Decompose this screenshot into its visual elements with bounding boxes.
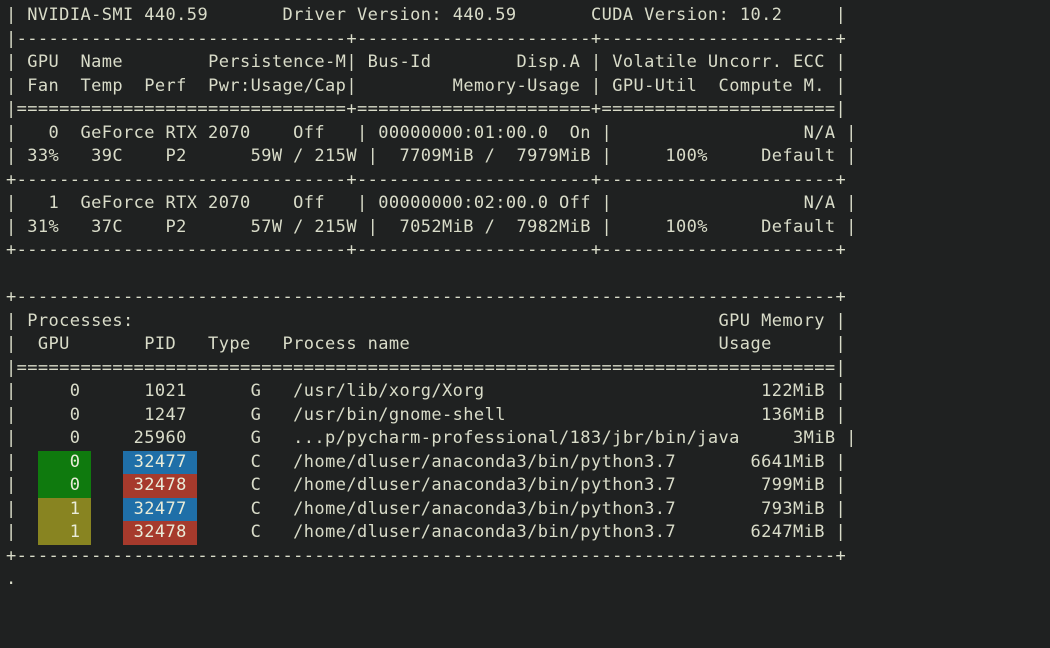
gpu-row: | 0 GeForce RTX 2070 Off | 00000000:01:0… bbox=[6, 123, 857, 143]
header-line: | NVIDIA-SMI 440.59 Driver Version: 440.… bbox=[6, 5, 846, 25]
process-row: | 0 32477 C /home/dluser/anaconda3/bin/p… bbox=[6, 452, 846, 472]
process-row: | 0 1021 G /usr/lib/xorg/Xorg 122MiB | bbox=[6, 381, 846, 401]
cursor-line: . bbox=[6, 569, 17, 589]
sep-line: +-------------------------------+-------… bbox=[6, 240, 846, 260]
proc-header: | Processes: GPU Memory | bbox=[6, 311, 846, 331]
process-row: | 0 1247 G /usr/bin/gnome-shell 136MiB | bbox=[6, 405, 846, 425]
sep-line: |-------------------------------+-------… bbox=[6, 29, 846, 49]
sep-line: +---------------------------------------… bbox=[6, 546, 846, 566]
sep-line: |===============================+=======… bbox=[6, 99, 846, 119]
gpu-row: | 33% 39C P2 59W / 215W | 7709MiB / 7979… bbox=[6, 146, 857, 166]
gpu-col-header-1: | GPU Name Persistence-M| Bus-Id Disp.A … bbox=[6, 52, 846, 72]
process-row: | 0 25960 G ...p/pycharm-professional/18… bbox=[6, 428, 857, 448]
gpu-row: | 31% 37C P2 57W / 215W | 7052MiB / 7982… bbox=[6, 217, 857, 237]
gpu-col-header-2: | Fan Temp Perf Pwr:Usage/Cap| Memory-Us… bbox=[6, 76, 846, 96]
nvidia-smi-output: | NVIDIA-SMI 440.59 Driver Version: 440.… bbox=[0, 0, 1050, 596]
sep-line: +-------------------------------+-------… bbox=[6, 170, 846, 190]
gpu-row: | 1 GeForce RTX 2070 Off | 00000000:02:0… bbox=[6, 193, 857, 213]
process-row: | 1 32478 C /home/dluser/anaconda3/bin/p… bbox=[6, 522, 846, 542]
sep-line: |=======================================… bbox=[6, 358, 846, 378]
process-row: | 0 32478 C /home/dluser/anaconda3/bin/p… bbox=[6, 475, 846, 495]
blank-line bbox=[6, 264, 846, 284]
process-row: | 1 32477 C /home/dluser/anaconda3/bin/p… bbox=[6, 499, 846, 519]
proc-header: | GPU PID Type Process name Usage | bbox=[6, 334, 846, 354]
sep-line: +---------------------------------------… bbox=[6, 287, 846, 307]
